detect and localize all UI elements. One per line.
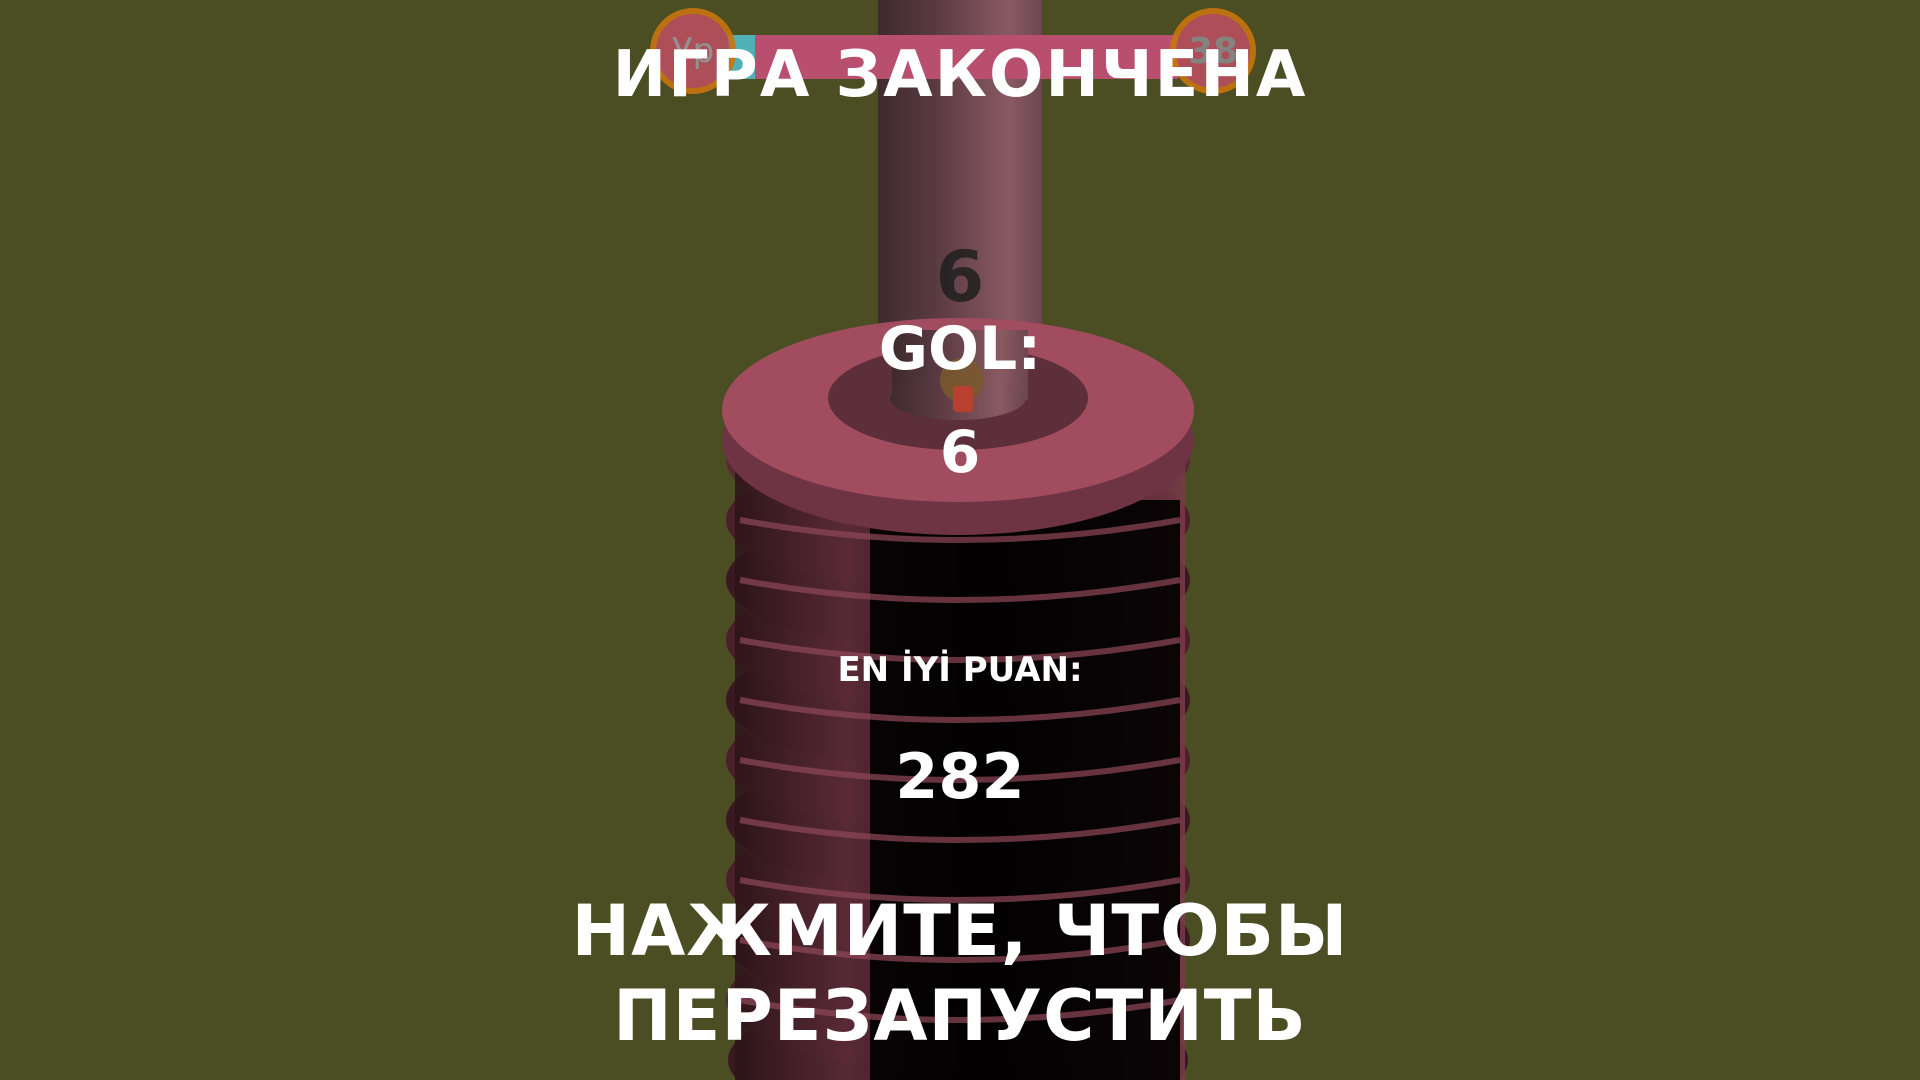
restart-prompt-line-2[interactable]: ПЕРЕЗАПУСТИТЬ [0,975,1920,1057]
restart-prompt-line-1[interactable]: НАЖМИТЕ, ЧТОБЫ [0,890,1920,972]
in-game-score: 6 [935,236,985,318]
best-score-label: EN İYİ PUAN: [837,650,1083,690]
score-label: GOL: [878,314,1042,384]
game-screen[interactable]: Ур 38 ИГРА ЗАКОНЧЕНА 6 GOL: 6 EN İYİ PUA… [0,0,1920,1080]
game-over-title: ИГРА ЗАКОНЧЕНА [612,38,1308,112]
score-value: 6 [939,418,981,486]
best-score-value: 282 [895,740,1025,813]
